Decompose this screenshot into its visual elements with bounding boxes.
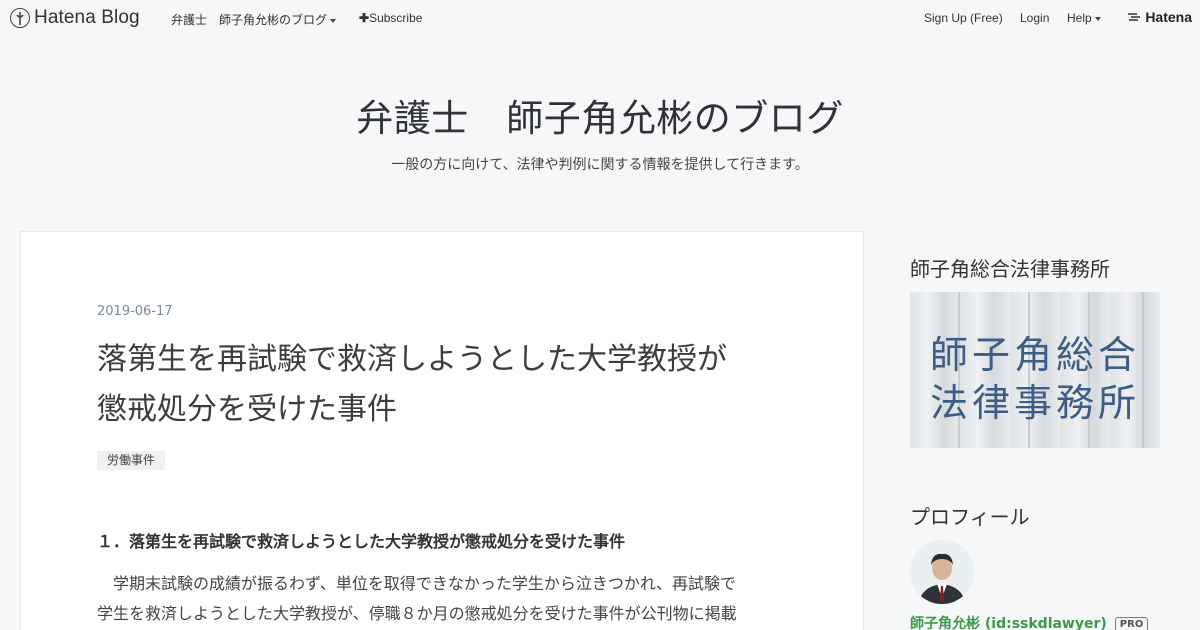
plus-icon: ✚: [359, 11, 370, 25]
paragraph-line-1: 学期末試験の成績が振るわず、単位を取得できなかった学生から泣きつかれ、再試験で: [113, 574, 737, 593]
office-image-text-2: 法律事務所: [929, 381, 1140, 425]
blog-description: 一般の方に向けて、法律や判例に関する情報を提供して行きます。: [391, 157, 809, 173]
blog-menu[interactable]: 師子角允彬のブログ: [219, 11, 337, 28]
subscribe-label: Subscribe: [369, 11, 423, 25]
profile-heading: プロフィール: [910, 505, 1030, 529]
entry-title-line-2: 懲戒処分を受けた事件: [97, 392, 397, 427]
entry-paragraph: 学期末試験の成績が振るわず、単位を取得できなかった学生から泣きつかれ、再試験で …: [97, 569, 787, 629]
help-label: Help: [1067, 11, 1092, 25]
office-image-text-1: 師子角総合: [929, 333, 1140, 377]
blog-title[interactable]: 弁護士 師子角允彬のブログ: [0, 88, 1200, 142]
article-card: 2019-06-17 落第生を再試験で救済しようとした大学教授が 懲戒処分を受け…: [20, 231, 864, 630]
entry-title[interactable]: 落第生を再試験で救済しようとした大学教授が 懲戒処分を受けた事件: [97, 335, 797, 435]
section-heading: １．落第生を再試験で救済しようとした大学教授が懲戒処分を受けた事件: [97, 532, 626, 551]
signup-link[interactable]: Sign Up (Free): [924, 11, 1003, 25]
avatar[interactable]: [910, 540, 974, 604]
caret-down-icon: [1094, 16, 1101, 21]
pro-badge: PRO: [1114, 617, 1149, 630]
hatena-link[interactable]: Hatena: [1128, 9, 1192, 25]
profile-name[interactable]: 師子角允彬 (id:sskdlawyer) PRO: [910, 613, 1149, 630]
login-link[interactable]: Login: [1020, 11, 1049, 25]
hatena-logo-icon: [1128, 13, 1141, 21]
hatena-blog-logo[interactable]: Hatena Blog: [10, 7, 140, 29]
entry-title-line-1: 落第生を再試験で救済しようとした大学教授が: [97, 342, 727, 377]
category-tag[interactable]: 労働事件: [97, 451, 166, 470]
hatena-label: Hatena: [1145, 9, 1192, 25]
subscribe-button[interactable]: ✚Subscribe: [359, 11, 422, 25]
hatena-blog-wordmark: Hatena Blog: [34, 7, 140, 28]
blog-menu-label: 師子角允彬のブログ: [219, 13, 328, 27]
caret-down-icon: [330, 18, 337, 23]
avatar-photo: [910, 540, 974, 604]
office-heading: 師子角総合法律事務所: [910, 257, 1110, 281]
profile-name-link: 師子角允彬 (id:sskdlawyer): [910, 616, 1107, 630]
global-header: Hatena Blog 弁護士 師子角允彬のブログ ✚Subscribe Sig…: [0, 0, 1200, 36]
paragraph-line-2: 学生を救済しようとした大学教授が、停職８か月の懲戒処分を受けた事件が公刊物に掲載: [97, 604, 737, 623]
entry-date[interactable]: 2019-06-17: [97, 304, 173, 319]
office-banner-image[interactable]: 師子角総合 法律事務所: [910, 292, 1160, 448]
help-menu[interactable]: Help: [1067, 11, 1101, 25]
blog-link[interactable]: 弁護士: [171, 11, 207, 28]
hatena-blog-logo-icon: [10, 8, 30, 28]
